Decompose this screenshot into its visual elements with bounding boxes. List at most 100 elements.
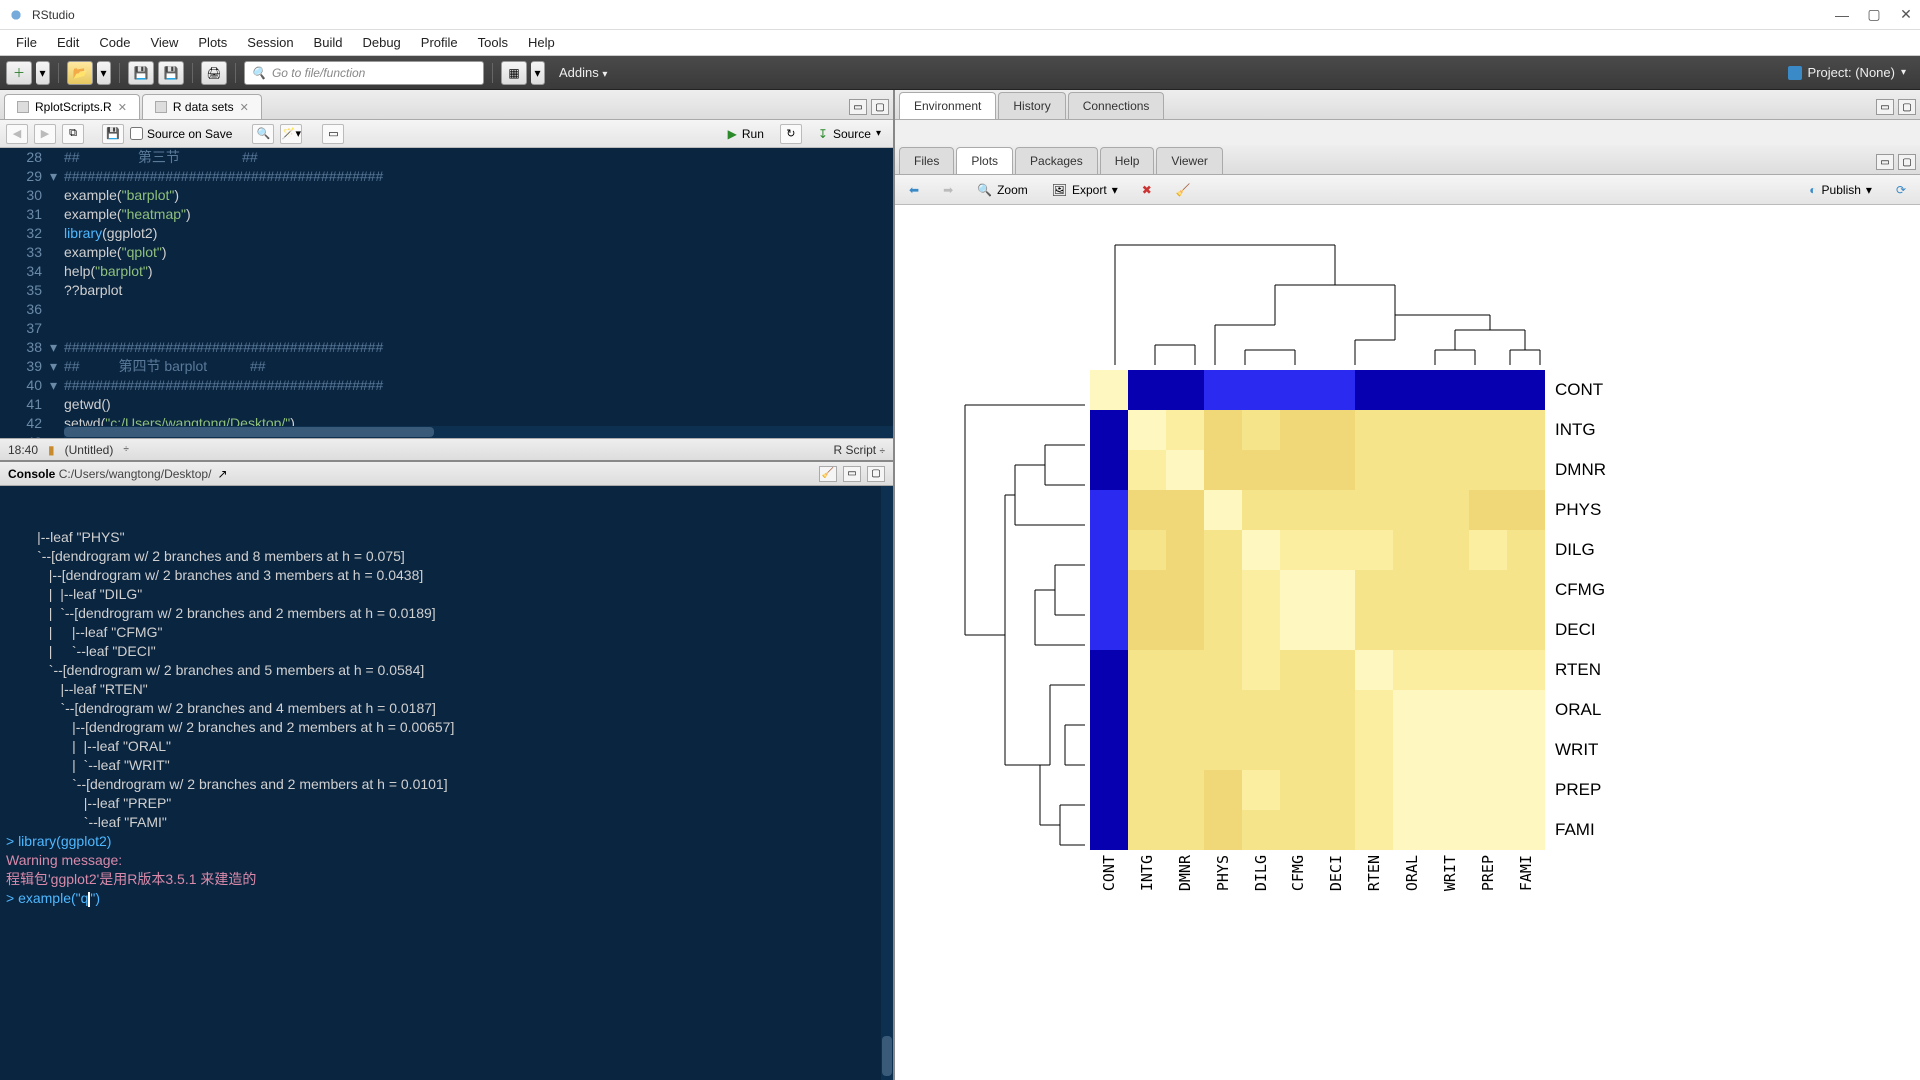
save-button[interactable]: 💾	[128, 61, 154, 85]
source-icon: ↧	[818, 127, 828, 141]
project-menu[interactable]: Project: (None) ▾	[1788, 65, 1914, 80]
run-icon: ▶	[728, 127, 737, 141]
source-editor[interactable]: 28## 第三节 ##29▾##########################…	[0, 148, 893, 438]
window-title: RStudio	[32, 8, 75, 22]
source-on-save-checkbox[interactable]: Source on Save	[130, 127, 232, 141]
save-all-button[interactable]: 💾	[158, 61, 184, 85]
maximize-button[interactable]: ▢	[1868, 9, 1880, 21]
env-minimize-pane-icon[interactable]: ▭	[1876, 99, 1894, 115]
tab-connections[interactable]: Connections	[1068, 92, 1165, 119]
back-button[interactable]: ◀	[6, 124, 28, 144]
addins-menu[interactable]: Addins ▾	[549, 61, 617, 84]
menu-profile[interactable]: Profile	[411, 31, 468, 54]
file-icon	[17, 101, 29, 113]
source-tab[interactable]: RplotScripts.R✕	[4, 94, 140, 119]
plot-next-button[interactable]: ➡	[935, 180, 961, 200]
print-button[interactable]: 🖨	[201, 61, 227, 85]
plots-tab-bar: FilesPlotsPackagesHelpViewer ▭ ▢	[895, 145, 1920, 175]
console[interactable]: |--leaf "PHYS" `--[dendrogram w/ 2 branc…	[0, 486, 893, 1080]
plot-area: CONTINTGDMNRPHYSDILGCFMGDECIRTENORALWRIT…	[895, 205, 1920, 1080]
column-dendrogram	[1095, 225, 1555, 365]
plots-maximize-pane-icon[interactable]: ▢	[1898, 154, 1916, 170]
clear-console-icon[interactable]: 🧹	[819, 466, 837, 482]
environment-tab-bar: EnvironmentHistoryConnections ▭ ▢	[895, 90, 1920, 120]
export-button[interactable]: 🖼Export ▾	[1044, 180, 1126, 200]
forward-button[interactable]: ▶	[34, 124, 56, 144]
run-button[interactable]: ▶ Run	[722, 125, 770, 143]
menu-plots[interactable]: Plots	[188, 31, 237, 54]
export-icon: 🖼	[1052, 183, 1067, 197]
source-maximize-pane-icon[interactable]: ▢	[871, 99, 889, 115]
console-vertical-scrollbar[interactable]	[881, 486, 893, 1080]
save-file-button[interactable]: 💾	[102, 124, 124, 144]
heatmap-grid	[1090, 370, 1545, 850]
plots-minimize-pane-icon[interactable]: ▭	[1876, 154, 1894, 170]
publish-button[interactable]: ◐Publish ▾	[1801, 180, 1880, 200]
plots-toolbar: ⬅ ➡ 🔍Zoom 🖼Export ▾ ✖ 🧹 ◐Publish ▾ ⟳	[895, 175, 1920, 205]
minimize-button[interactable]: —	[1836, 9, 1848, 21]
menu-help[interactable]: Help	[518, 31, 565, 54]
menu-view[interactable]: View	[140, 31, 188, 54]
chunk-nav-icon[interactable]: ▮	[48, 443, 55, 457]
tab-viewer[interactable]: Viewer	[1156, 147, 1222, 174]
workspace-panes-button[interactable]: ▦	[501, 61, 527, 85]
goto-file-function-input[interactable]: 🔍 Go to file/function	[244, 61, 484, 85]
zoom-button[interactable]: 🔍Zoom	[969, 180, 1036, 200]
console-header: Console C:/Users/wangtong/Desktop/ ↗ 🧹 ▭…	[0, 460, 893, 486]
tab-files[interactable]: Files	[899, 147, 954, 174]
remove-plot-button[interactable]: ✖	[1134, 180, 1160, 200]
tab-environment[interactable]: Environment	[899, 92, 996, 119]
broom-icon: 🧹	[1176, 183, 1191, 197]
titlebar: RStudio — ▢ ✕	[0, 0, 1920, 30]
plot-prev-button[interactable]: ⬅	[901, 180, 927, 200]
row-dendrogram	[955, 385, 1085, 865]
console-maximize-pane-icon[interactable]: ▢	[867, 466, 885, 482]
menu-debug[interactable]: Debug	[352, 31, 410, 54]
heatmap-col-labels: CONTINTGDMNRPHYSDILGCFMGDECIRTENORALWRIT…	[1090, 855, 1545, 891]
main-toolbar: ＋ ▾ 📂 ▾ 💾 💾 🖨 🔍 Go to file/function ▦ ▾ …	[0, 56, 1920, 90]
refresh-plot-button[interactable]: ⟳	[1888, 180, 1914, 200]
source-toolbar: ◀ ▶ ⧉ 💾 Source on Save 🔍 🪄▾ ▭ ▶ Run ↻ ↧	[0, 120, 893, 148]
menu-file[interactable]: File	[6, 31, 47, 54]
env-maximize-pane-icon[interactable]: ▢	[1898, 99, 1916, 115]
editor-horizontal-scrollbar[interactable]	[64, 426, 893, 438]
menu-edit[interactable]: Edit	[47, 31, 89, 54]
cursor-position: 18:40	[8, 443, 38, 457]
chunk-label[interactable]: (Untitled)	[65, 443, 114, 457]
close-tab-icon[interactable]: ✕	[240, 101, 249, 114]
source-minimize-pane-icon[interactable]: ▭	[849, 99, 867, 115]
project-icon	[1788, 66, 1802, 80]
tab-history[interactable]: History	[998, 92, 1065, 119]
close-button[interactable]: ✕	[1900, 9, 1912, 21]
menu-code[interactable]: Code	[89, 31, 140, 54]
new-file-button[interactable]: ＋	[6, 61, 32, 85]
new-project-button[interactable]: ▾	[36, 61, 50, 85]
source-tab-bar: RplotScripts.R✕R data sets✕ ▭ ▢	[0, 90, 893, 120]
compile-report-button[interactable]: ▭	[322, 124, 344, 144]
clear-all-plots-button[interactable]: 🧹	[1168, 180, 1199, 200]
open-recent-button[interactable]: ▾	[97, 61, 111, 85]
tab-plots[interactable]: Plots	[956, 147, 1013, 174]
open-file-button[interactable]: 📂	[67, 61, 93, 85]
source-button[interactable]: ↧ Source ▾	[812, 125, 887, 143]
menu-tools[interactable]: Tools	[468, 31, 518, 54]
workspace-panes-dropdown[interactable]: ▾	[531, 61, 545, 85]
open-folder-icon[interactable]: ↗	[217, 467, 227, 481]
refresh-icon: ⟳	[1896, 183, 1906, 197]
rstudio-logo-icon	[8, 7, 24, 23]
rerun-button[interactable]: ↻	[780, 124, 802, 144]
source-status-bar: 18:40 ▮ (Untitled) ÷ R Script ÷	[0, 438, 893, 460]
code-tools-button[interactable]: 🪄▾	[280, 124, 302, 144]
file-type-label[interactable]: R Script ÷	[833, 443, 885, 457]
tab-packages[interactable]: Packages	[1015, 147, 1098, 174]
menu-session[interactable]: Session	[237, 31, 303, 54]
menu-build[interactable]: Build	[304, 31, 353, 54]
show-in-new-window-button[interactable]: ⧉	[62, 124, 84, 144]
console-minimize-pane-icon[interactable]: ▭	[843, 466, 861, 482]
console-working-dir: C:/Users/wangtong/Desktop/	[59, 467, 212, 481]
close-tab-icon[interactable]: ✕	[118, 101, 127, 114]
source-tab[interactable]: R data sets✕	[142, 94, 262, 119]
find-replace-button[interactable]: 🔍	[252, 124, 274, 144]
tab-help[interactable]: Help	[1100, 147, 1155, 174]
zoom-icon: 🔍	[977, 183, 992, 197]
